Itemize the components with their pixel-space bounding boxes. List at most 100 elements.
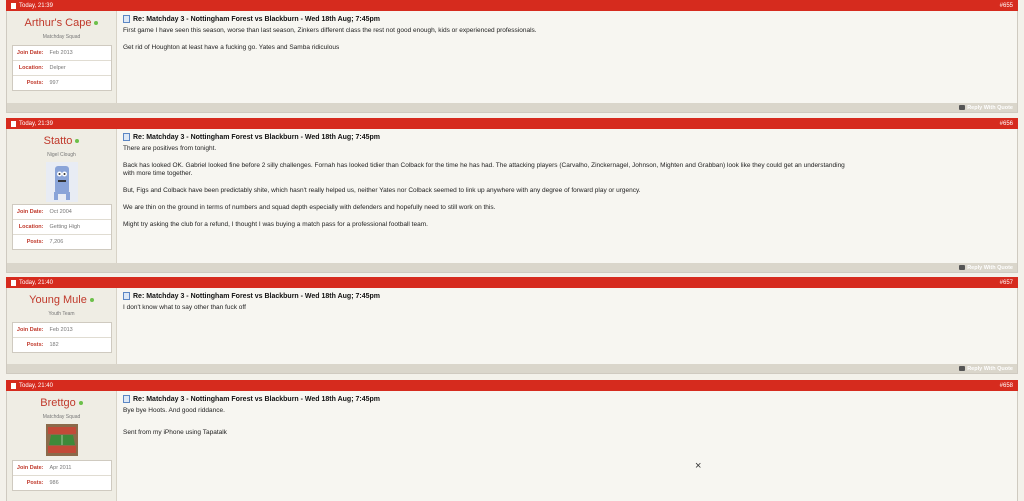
post-icon xyxy=(123,15,130,23)
post-header: Today, 21:39 #655 xyxy=(6,0,1018,11)
location-label: Location: xyxy=(18,65,44,71)
post-message: There are positives from tonight. Back h… xyxy=(123,145,1011,229)
username-link[interactable]: Arthur's Cape xyxy=(25,17,92,29)
reply-with-quote-button[interactable]: Reply With Quote xyxy=(959,265,1013,271)
user-details: Join Date: Oct 2004 Location: Getting High… xyxy=(11,204,112,250)
post-header: Today, 21:39 #656 xyxy=(6,118,1018,129)
close-icon[interactable]: × xyxy=(695,460,701,472)
avatar xyxy=(45,424,78,456)
message-paragraph: Get rid of Houghton at least have a fuck… xyxy=(123,44,340,51)
message-paragraph: There are positives from tonight. xyxy=(123,145,217,152)
stadium-avatar-image xyxy=(45,424,78,456)
user-info: Brettgo Matchday Squad Join Date: Apr 201… xyxy=(7,391,117,501)
post-icon xyxy=(123,292,130,300)
posts-label: Posts: xyxy=(26,480,44,486)
post: Today, 21:40 #657 Young Mule Youth Team … xyxy=(6,277,1018,374)
post-timestamp: Today, 21:40 xyxy=(19,382,53,389)
join-date-label: Join Date: xyxy=(16,50,44,56)
document-icon xyxy=(11,382,16,389)
towelie-avatar-image xyxy=(45,162,78,202)
posts-label: Posts: xyxy=(26,80,44,86)
online-status-icon xyxy=(78,401,83,405)
post: Today, 21:39 #655 Arthur's Cape Matchday… xyxy=(6,0,1018,113)
reply-with-quote-button[interactable]: Reply With Quote xyxy=(959,105,1013,111)
message-paragraph: Back has looked OK. Gabriel looked fine … xyxy=(123,162,845,177)
join-date-value: Feb 2013 xyxy=(49,327,73,333)
message-paragraph: I don't know what to say other than fuck… xyxy=(123,304,246,311)
reply-with-quote-label: Reply With Quote xyxy=(967,104,1013,111)
post: Today, 21:40 #658 Brettgo Matchday Squad… xyxy=(6,380,1018,501)
document-icon xyxy=(11,120,16,127)
post-icon xyxy=(123,133,130,141)
user-info: Arthur's Cape Matchday Squad Join Date: F… xyxy=(7,11,117,103)
post: Today, 21:39 #656 Statto Nigel Clough Jo… xyxy=(6,118,1018,273)
user-info: Young Mule Youth Team Join Date: Feb 2013… xyxy=(7,288,117,364)
post-message: I don't know what to say other than fuck… xyxy=(123,304,1011,312)
join-date-value: Apr 2011 xyxy=(49,465,72,471)
post-footer: Reply With Quote xyxy=(6,364,1018,374)
avatar xyxy=(45,162,78,202)
post-body: Young Mule Youth Team Join Date: Feb 2013… xyxy=(6,288,1018,364)
online-status-icon xyxy=(89,298,94,302)
online-status-icon xyxy=(94,21,99,25)
post-body: Brettgo Matchday Squad Join Date: Apr 201… xyxy=(6,391,1018,501)
post-message: Bye bye Hoots. And good riddance. Sent f… xyxy=(123,407,1011,437)
document-icon xyxy=(11,2,16,9)
reply-with-quote-button[interactable]: Reply With Quote xyxy=(959,366,1013,372)
message-paragraph: Sent from my iPhone using Tapatalk xyxy=(123,429,227,436)
username-link[interactable]: Statto xyxy=(44,135,73,147)
message-paragraph: Bye bye Hoots. And good riddance. xyxy=(123,407,225,414)
location-value: Delper xyxy=(49,65,66,71)
posts-label: Posts: xyxy=(26,239,44,245)
join-date-label: Join Date: xyxy=(16,209,44,215)
user-title: Matchday Squad xyxy=(42,414,81,420)
post-content: Re: Matchday 3 - Nottingham Forest vs Bl… xyxy=(117,129,1017,263)
post-body: Arthur's Cape Matchday Squad Join Date: F… xyxy=(6,11,1018,103)
join-date-value: Feb 2013 xyxy=(49,50,73,56)
post-content: Re: Matchday 3 - Nottingham Forest vs Bl… xyxy=(117,11,1017,103)
post-number-link[interactable]: #657 xyxy=(1000,280,1013,286)
post-content: Re: Matchday 3 - Nottingham Forest vs Bl… xyxy=(117,288,1017,364)
join-date-label: Join Date: xyxy=(16,465,44,471)
online-status-icon xyxy=(75,139,80,143)
post-content: Re: Matchday 3 - Nottingham Forest vs Bl… xyxy=(117,391,1017,501)
location-label: Location: xyxy=(18,224,44,230)
location-value: Getting High xyxy=(49,224,81,230)
post-title: Re: Matchday 3 - Nottingham Forest vs Bl… xyxy=(133,292,380,300)
user-title: Matchday Squad xyxy=(42,34,81,40)
quote-icon xyxy=(959,366,966,371)
message-paragraph: We are thin on the ground in terms of nu… xyxy=(123,204,496,211)
post-timestamp: Today, 21:39 xyxy=(19,120,53,127)
posts-value: 182 xyxy=(49,342,59,348)
posts-value: 7,206 xyxy=(49,239,64,245)
post-timestamp: Today, 21:40 xyxy=(19,279,53,286)
post-body: Statto Nigel Clough Join Date: Oct 2004 L… xyxy=(6,129,1018,263)
post-title: Re: Matchday 3 - Nottingham Forest vs Bl… xyxy=(133,133,380,141)
post-message: First game I have seen this season, wors… xyxy=(123,27,1011,52)
quote-icon xyxy=(959,105,966,110)
post-title: Re: Matchday 3 - Nottingham Forest vs Bl… xyxy=(133,395,380,403)
post-number-link[interactable]: #658 xyxy=(1000,383,1013,389)
post-timestamp: Today, 21:39 xyxy=(19,2,53,9)
quote-icon xyxy=(959,265,966,270)
posts-label: Posts: xyxy=(26,342,44,348)
user-details: Join Date: Feb 2013 Posts: 182 xyxy=(11,322,112,353)
message-paragraph: But, Figs and Colback have been predicta… xyxy=(123,187,641,194)
reply-with-quote-label: Reply With Quote xyxy=(967,365,1013,372)
user-details: Join Date: Apr 2011 Posts: 986 xyxy=(11,460,112,491)
post-header: Today, 21:40 #657 xyxy=(6,277,1018,288)
post-number-link[interactable]: #656 xyxy=(1000,121,1013,127)
post-footer: Reply With Quote xyxy=(6,103,1018,113)
posts-value: 997 xyxy=(49,80,59,86)
join-date-value: Oct 2004 xyxy=(49,209,72,215)
post-number-link[interactable]: #655 xyxy=(1000,3,1013,9)
user-title: Nigel Clough xyxy=(47,152,76,158)
message-paragraph: First game I have seen this season, wors… xyxy=(123,27,537,34)
post-header: Today, 21:40 #658 xyxy=(6,380,1018,391)
reply-with-quote-label: Reply With Quote xyxy=(967,264,1013,271)
user-title: Youth Team xyxy=(48,311,75,317)
username-link[interactable]: Young Mule xyxy=(29,294,87,306)
join-date-label: Join Date: xyxy=(16,327,44,333)
user-details: Join Date: Feb 2013 Location: Delper Posts… xyxy=(11,45,112,91)
username-link[interactable]: Brettgo xyxy=(40,397,75,409)
